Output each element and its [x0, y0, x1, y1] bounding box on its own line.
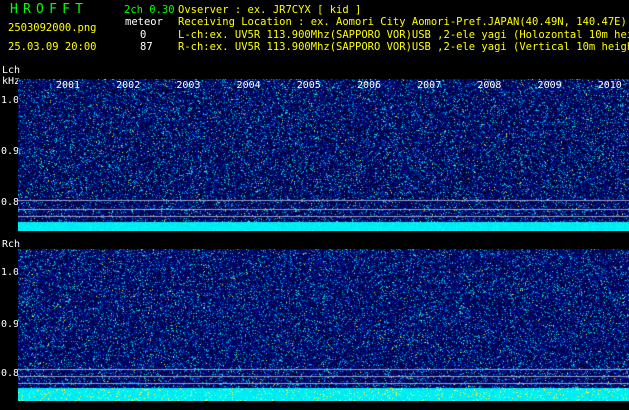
rch-meteor-count: 87 [140, 41, 153, 53]
lch-meteor-count: 0 [140, 29, 147, 41]
year-label: 2005 [296, 80, 321, 91]
year-label: 2004 [236, 80, 261, 91]
year-label: 2006 [356, 80, 382, 91]
lch-info-line: L-ch:ex. UV5R 113.900Mhz(SAPPORO VOR)USB… [178, 29, 629, 41]
rch-info-line: R-ch:ex. UV5R 113.900Mhz(SAPPORO VOR)USB… [178, 41, 629, 53]
lch-tick-0-9: 0.9 [1, 146, 20, 157]
year-label: 2002 [116, 80, 141, 91]
year-label: 2007 [417, 80, 442, 91]
rch-tick-1-0: 1.0 [1, 267, 20, 278]
lch-tick-0-8: 0.8 [1, 197, 20, 208]
rch-spectrogram [18, 249, 629, 401]
year-label: 2003 [176, 80, 201, 91]
lch-spectrogram [18, 79, 629, 231]
hrofft-window: HROFFT 2503092000.png 25.03.09 20:00 2ch… [0, 0, 629, 410]
filename-label: 2503092000.png [8, 22, 97, 34]
year-label: 2010 [597, 80, 622, 91]
year-label: 2008 [477, 80, 502, 91]
lch-tick-1-0: 1.0 [1, 95, 20, 106]
year-label: 2001 [55, 80, 81, 91]
meteor-label: meteor [125, 16, 163, 28]
datetime-label: 25.03.09 20:00 [8, 41, 97, 53]
lch-label: Lch [2, 65, 21, 76]
rch-tick-0-8: 0.8 [1, 368, 20, 379]
rch-tick-0-9: 0.9 [1, 319, 20, 330]
observer-line: Ovserver : ex. JR7CYX [ kid ] [178, 4, 362, 16]
location-line: Receiving Location : ex. Aomori City Aom… [178, 16, 627, 28]
year-label: 2009 [537, 80, 562, 91]
app-brand: HROFFT [10, 2, 89, 17]
version-label: 2ch 0.30 [124, 4, 175, 16]
